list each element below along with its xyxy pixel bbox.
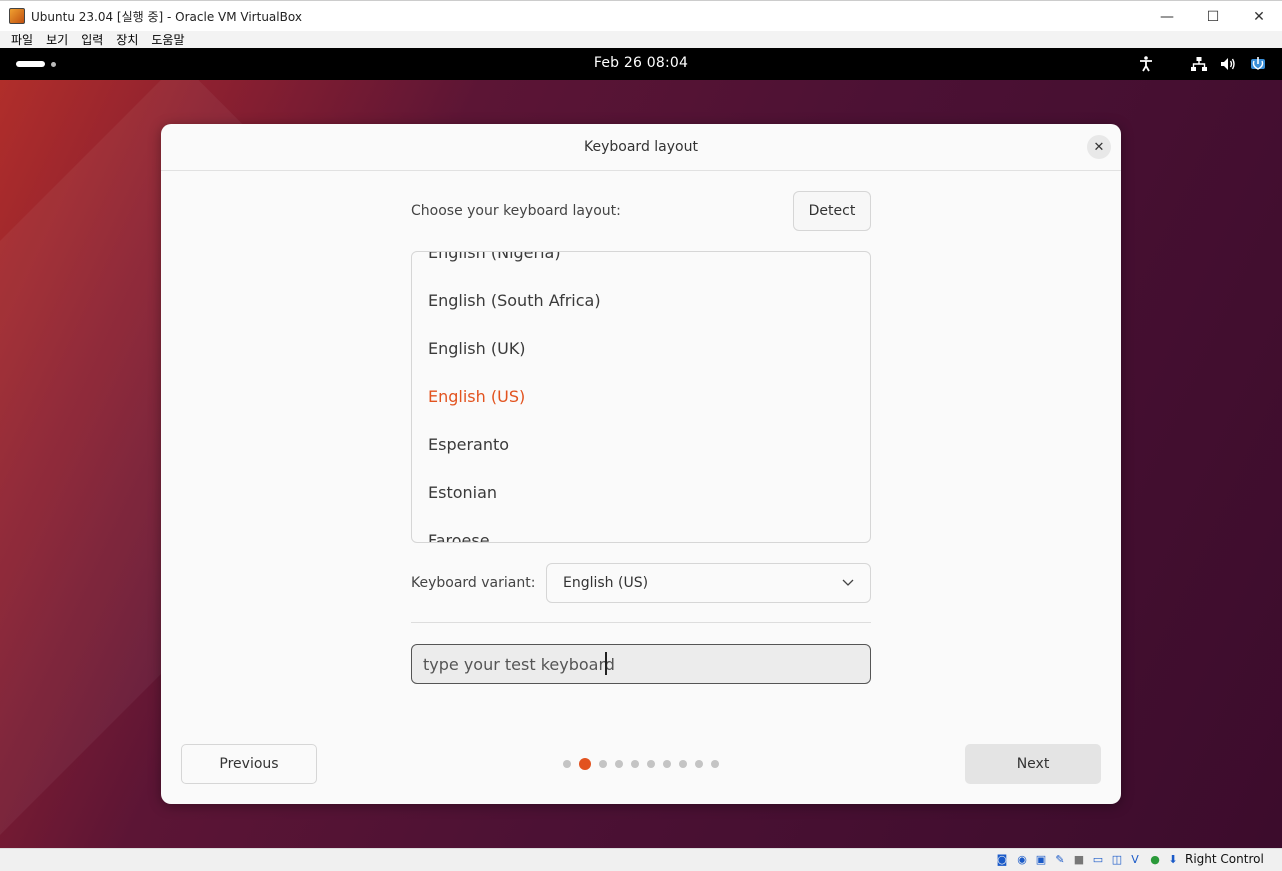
power-icon[interactable]	[1248, 54, 1268, 74]
chevron-down-icon	[842, 579, 854, 586]
layout-item-selected[interactable]: English (US)	[428, 387, 525, 406]
usb-icon[interactable]: ■	[1072, 853, 1086, 867]
variant-dropdown[interactable]: English (US)	[546, 563, 871, 603]
shared-folders-icon[interactable]: ▭	[1091, 853, 1105, 867]
dialog-title: Keyboard layout	[584, 139, 698, 155]
detect-button[interactable]: Detect	[793, 191, 871, 231]
step-dot	[631, 760, 639, 768]
test-keyboard-input[interactable]	[411, 644, 871, 684]
step-dot	[695, 760, 703, 768]
divider	[411, 622, 871, 623]
layout-item[interactable]: English (Nigeria)	[428, 252, 561, 262]
accessibility-icon[interactable]	[1136, 54, 1156, 74]
hard-disk-icon[interactable]: ◙	[995, 853, 1009, 867]
host-key-label: Right Control	[1185, 852, 1264, 866]
cpu-icon[interactable]: ●	[1148, 853, 1162, 867]
step-dot-active	[579, 758, 591, 770]
gnome-topbar: Feb 26 08:04	[0, 48, 1282, 80]
step-indicator	[561, 758, 721, 770]
display-icon[interactable]: ◫	[1110, 853, 1124, 867]
menu-help[interactable]: 도움말	[151, 31, 184, 48]
optical-drive-icon[interactable]: ◉	[1015, 853, 1029, 867]
variant-label: Keyboard variant:	[411, 575, 536, 591]
menu-file[interactable]: 파일	[11, 31, 33, 48]
dialog-header: Keyboard layout ✕	[161, 124, 1121, 171]
virtualbox-statusbar: ◙ ◉ ▣ ✎ ■ ▭ ◫ V ● ⬇ Right Control	[0, 848, 1282, 871]
layout-item[interactable]: Esperanto	[428, 435, 509, 454]
text-caret	[605, 652, 607, 675]
network-adapter-icon[interactable]: ✎	[1053, 853, 1067, 867]
step-dot	[663, 760, 671, 768]
menu-input[interactable]: 입력	[81, 31, 103, 48]
layout-item[interactable]: Estonian	[428, 483, 497, 502]
keyboard-layout-dialog: Keyboard layout ✕ Choose your keyboard l…	[161, 124, 1121, 804]
window-title: Ubuntu 23.04 [실행 중] - Oracle VM VirtualB…	[31, 9, 302, 24]
menubar: 파일 보기 입력 장치 도움말	[0, 31, 1282, 48]
network-icon[interactable]	[1189, 54, 1209, 74]
recording-icon[interactable]: V	[1128, 853, 1142, 867]
vm-screen: Feb 26 08:04 Keyboard layout ✕ Choose yo…	[0, 48, 1282, 848]
maximize-button[interactable]: ☐	[1190, 1, 1236, 32]
window-titlebar: Ubuntu 23.04 [실행 중] - Oracle VM VirtualB…	[0, 0, 1282, 31]
step-dot	[679, 760, 687, 768]
layout-label: Choose your keyboard layout:	[411, 203, 621, 219]
close-dialog-button[interactable]: ✕	[1087, 135, 1111, 159]
step-dot	[615, 760, 623, 768]
minimize-button[interactable]: —	[1144, 1, 1190, 32]
previous-button[interactable]: Previous	[181, 744, 317, 784]
window-controls: — ☐ ✕	[1144, 1, 1282, 32]
next-button[interactable]: Next	[965, 744, 1101, 784]
layout-item[interactable]: English (UK)	[428, 339, 526, 358]
layout-list[interactable]: English (Nigeria) English (South Africa)…	[411, 251, 871, 543]
layout-item[interactable]: English (South Africa)	[428, 291, 601, 310]
layout-item[interactable]: Faroese	[428, 531, 490, 542]
audio-icon[interactable]: ▣	[1034, 853, 1048, 867]
step-dot	[563, 760, 571, 768]
step-dot	[599, 760, 607, 768]
mouse-integration-icon[interactable]: ⬇	[1166, 853, 1180, 867]
menu-view[interactable]: 보기	[46, 31, 68, 48]
virtualbox-icon	[9, 8, 25, 24]
step-dot	[711, 760, 719, 768]
variant-value: English (US)	[563, 575, 649, 591]
close-window-button[interactable]: ✕	[1236, 1, 1282, 32]
clock[interactable]: Feb 26 08:04	[0, 55, 1282, 71]
volume-icon[interactable]	[1218, 54, 1238, 74]
menu-devices[interactable]: 장치	[116, 31, 138, 48]
step-dot	[647, 760, 655, 768]
